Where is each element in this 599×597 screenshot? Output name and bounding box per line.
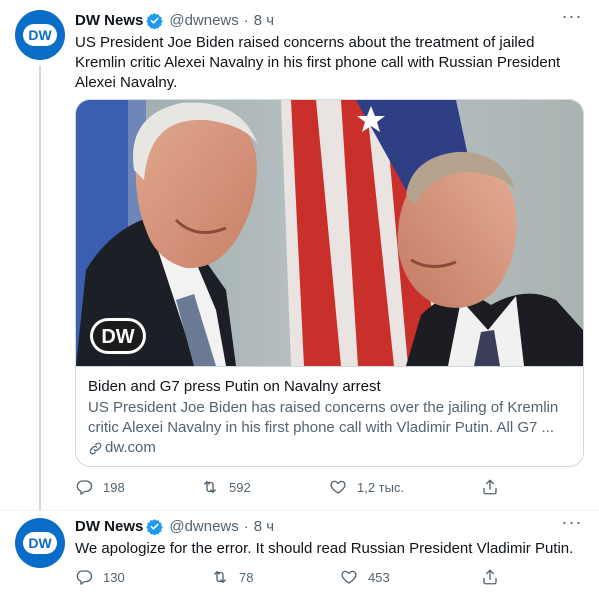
- retweet-icon: [214, 571, 226, 583]
- card-image: DW: [76, 100, 583, 366]
- avatar[interactable]: DW: [15, 10, 65, 60]
- share-icon: [483, 479, 497, 495]
- more-icon[interactable]: ···: [561, 7, 583, 30]
- reply-button[interactable]: 130: [75, 566, 125, 588]
- author-name[interactable]: DW News: [75, 518, 143, 535]
- retweet-count: 78: [239, 569, 254, 585]
- like-icon: [341, 570, 357, 584]
- retweet-button[interactable]: 592: [201, 476, 251, 498]
- tweet-header: DW News @dwnews · 8 ч: [75, 9, 274, 31]
- like-button[interactable]: 453: [340, 566, 390, 588]
- dw-watermark-icon: DW: [90, 318, 146, 354]
- separator: ·: [243, 11, 249, 29]
- card-domain: dw.com: [88, 438, 571, 458]
- like-button[interactable]: 1,2 тыс.: [329, 476, 404, 498]
- retweet-count: 592: [229, 479, 251, 495]
- dw-logo-icon: DW: [23, 24, 57, 46]
- retweet-icon: [204, 481, 216, 493]
- link-icon: [89, 442, 102, 454]
- share-icon: [483, 569, 497, 585]
- thread-line: [39, 66, 41, 510]
- like-count: 453: [368, 569, 390, 585]
- svg-text:DW: DW: [101, 326, 134, 348]
- link-card[interactable]: DW Biden and G7 press Putin on Navalny a…: [75, 99, 584, 467]
- avatar[interactable]: DW: [15, 518, 65, 568]
- share-button[interactable]: [481, 476, 509, 498]
- tweet-actions: 130 78 453: [75, 566, 505, 588]
- like-count: 1,2 тыс.: [357, 479, 405, 495]
- like-icon: [330, 480, 346, 494]
- share-button[interactable]: [481, 566, 509, 588]
- reply-icon: [76, 480, 93, 495]
- reply-count: 198: [103, 479, 125, 495]
- tweet[interactable]: DW DW News @dwnews · 8 ч ··· US Presiden…: [0, 0, 599, 510]
- card-description: US President Joe Biden has raised concer…: [88, 399, 559, 436]
- tweet-text: We apologize for the error. It should re…: [75, 540, 574, 557]
- reply-button[interactable]: 198: [75, 476, 125, 498]
- reply-count: 130: [103, 569, 125, 585]
- svg-text:DW: DW: [28, 535, 52, 551]
- timestamp[interactable]: 8 ч: [254, 518, 274, 535]
- card-domain-text: dw.com: [105, 439, 156, 456]
- verified-badge-icon: [146, 518, 164, 535]
- author-handle[interactable]: @dwnews: [169, 518, 238, 535]
- tweet-text: US President Joe Biden raised concerns a…: [75, 34, 561, 91]
- more-icon[interactable]: ···: [561, 513, 583, 536]
- author-handle[interactable]: @dwnews: [169, 12, 238, 29]
- dw-logo-icon: DW: [23, 532, 57, 554]
- tweet-header: DW News @dwnews · 8 ч: [75, 515, 274, 537]
- card-info: Biden and G7 press Putin on Navalny arre…: [76, 366, 583, 466]
- tweet-actions: 198 592 1,2 тыс.: [75, 476, 505, 498]
- separator: ·: [243, 517, 249, 535]
- card-title: Biden and G7 press Putin on Navalny arre…: [88, 378, 381, 395]
- reply-icon: [76, 570, 93, 585]
- verified-badge-icon: [146, 12, 164, 29]
- svg-text:DW: DW: [28, 27, 52, 43]
- retweet-button[interactable]: 78: [211, 566, 253, 588]
- author-name[interactable]: DW News: [75, 12, 143, 29]
- timestamp[interactable]: 8 ч: [254, 12, 274, 29]
- tweet[interactable]: DW DW News @dwnews · 8 ч ··· We apologiz…: [0, 510, 599, 597]
